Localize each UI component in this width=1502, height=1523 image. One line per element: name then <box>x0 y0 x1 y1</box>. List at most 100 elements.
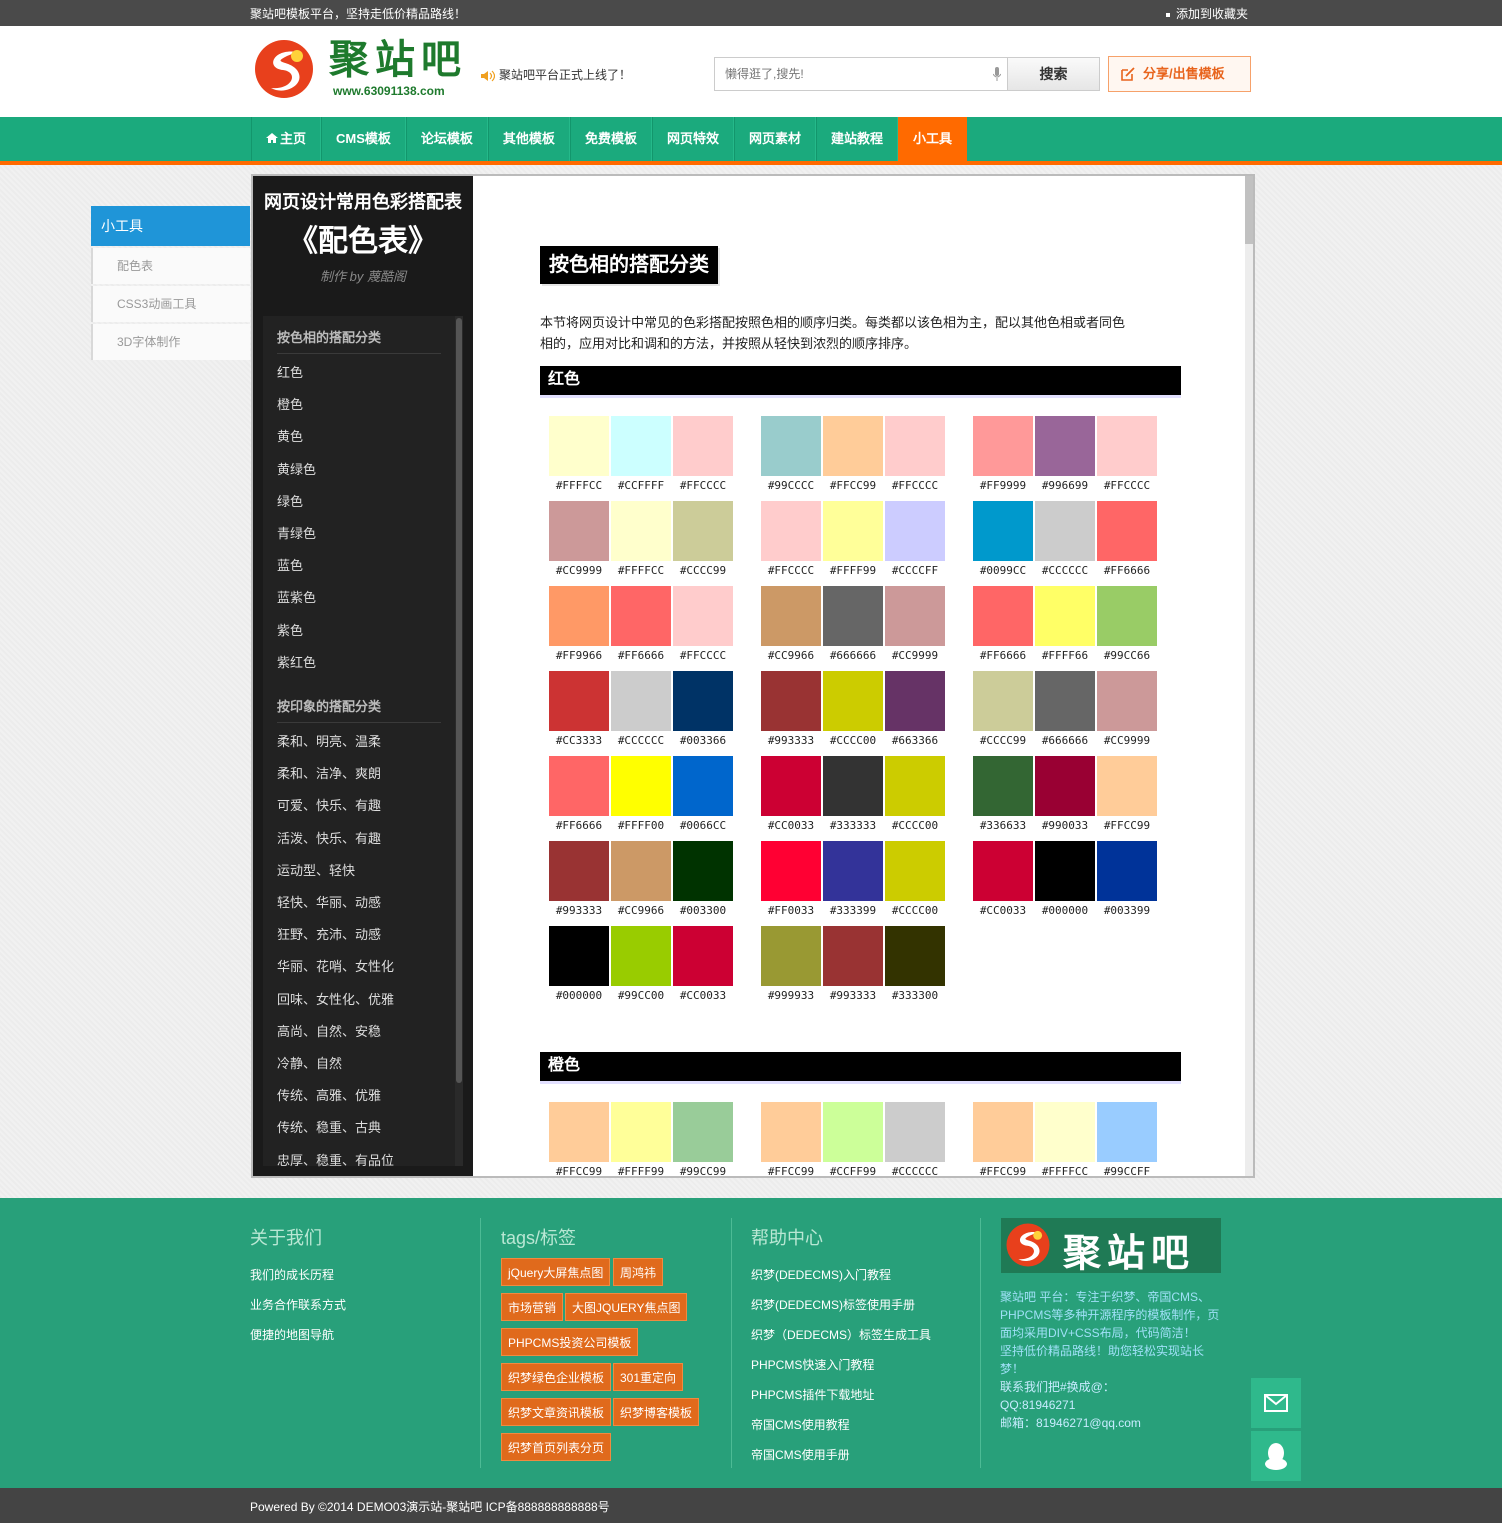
color-swatch[interactable] <box>611 416 671 476</box>
color-swatch[interactable] <box>673 586 733 646</box>
menu-scroll-thumb[interactable] <box>456 318 462 1083</box>
color-swatch[interactable] <box>549 501 609 561</box>
menu-item[interactable]: 冷静、自然 <box>277 1053 342 1072</box>
menu-item[interactable]: 活泼、快乐、有趣 <box>277 828 381 847</box>
help-link[interactable]: 织梦(DEDECMS)入门教程 <box>751 1266 891 1283</box>
nav-web-effects[interactable]: 网页特效 <box>651 117 734 161</box>
menu-item[interactable]: 蓝紫色 <box>277 587 316 606</box>
color-swatch[interactable] <box>823 586 883 646</box>
nav-cms-templates[interactable]: CMS模板 <box>321 117 406 161</box>
tag-link[interactable]: PHPCMS投资公司模板 <box>501 1328 639 1356</box>
color-swatch[interactable] <box>823 756 883 816</box>
nav-tutorials[interactable]: 建站教程 <box>815 117 898 161</box>
color-swatch[interactable] <box>885 1102 945 1162</box>
color-swatch[interactable] <box>761 416 821 476</box>
color-swatch[interactable] <box>885 671 945 731</box>
color-swatch[interactable] <box>549 586 609 646</box>
menu-item[interactable]: 紫色 <box>277 620 303 639</box>
help-link[interactable]: 织梦（DEDECMS）标签生成工具 <box>751 1326 931 1343</box>
color-swatch[interactable] <box>1097 671 1157 731</box>
color-swatch[interactable] <box>761 841 821 901</box>
color-swatch[interactable] <box>885 926 945 986</box>
color-swatch[interactable] <box>885 586 945 646</box>
color-swatch[interactable] <box>761 671 821 731</box>
about-link[interactable]: 业务合作联系方式 <box>250 1296 346 1313</box>
color-swatch[interactable] <box>549 841 609 901</box>
search-input[interactable] <box>715 58 1007 90</box>
qq-button[interactable] <box>1251 1431 1301 1481</box>
color-swatch[interactable] <box>549 926 609 986</box>
color-swatch[interactable] <box>761 756 821 816</box>
menu-item[interactable]: 轻快、华丽、动感 <box>277 892 381 911</box>
site-logo[interactable]: 聚站吧 www.63091138.com <box>253 36 473 102</box>
help-link[interactable]: 帝国CMS使用教程 <box>751 1416 850 1433</box>
color-swatch[interactable] <box>973 586 1033 646</box>
menu-item[interactable]: 运动型、轻快 <box>277 860 355 879</box>
menu-item[interactable]: 传统、高雅、优雅 <box>277 1085 381 1104</box>
color-swatch[interactable] <box>1035 756 1095 816</box>
microphone-icon[interactable] <box>993 67 1001 81</box>
frame-scroll-thumb[interactable] <box>1245 176 1253 244</box>
nav-tools[interactable]: 小工具 <box>898 117 968 161</box>
color-swatch[interactable] <box>673 416 733 476</box>
about-link[interactable]: 便捷的地图导航 <box>250 1326 334 1343</box>
menu-item[interactable]: 回味、女性化、优雅 <box>277 989 394 1008</box>
search-button[interactable]: 搜索 <box>1007 58 1099 90</box>
color-swatch[interactable] <box>1035 586 1095 646</box>
color-swatch[interactable] <box>973 501 1033 561</box>
color-swatch[interactable] <box>1097 1102 1157 1162</box>
tag-link[interactable]: 周鸿祎 <box>613 1258 664 1286</box>
menu-item[interactable]: 可爱、快乐、有趣 <box>277 795 381 814</box>
color-swatch[interactable] <box>611 756 671 816</box>
menu-scrollbar[interactable] <box>455 316 463 1166</box>
help-link[interactable]: PHPCMS插件下载地址 <box>751 1386 874 1403</box>
color-swatch[interactable] <box>673 1102 733 1162</box>
color-swatch[interactable] <box>973 1102 1033 1162</box>
color-swatch[interactable] <box>885 756 945 816</box>
menu-item[interactable]: 柔和、明亮、温柔 <box>277 731 381 750</box>
color-swatch[interactable] <box>973 756 1033 816</box>
color-swatch[interactable] <box>673 501 733 561</box>
color-swatch[interactable] <box>761 1102 821 1162</box>
color-swatch[interactable] <box>823 926 883 986</box>
color-swatch[interactable] <box>1097 416 1157 476</box>
nav-forum-templates[interactable]: 论坛模板 <box>405 117 488 161</box>
color-swatch[interactable] <box>611 586 671 646</box>
nav-other-templates[interactable]: 其他模板 <box>487 117 570 161</box>
color-swatch[interactable] <box>673 841 733 901</box>
sidebar-item-3d-font[interactable]: 3D字体制作 <box>91 324 250 360</box>
color-swatch[interactable] <box>673 756 733 816</box>
tag-link[interactable]: 织梦文章资讯模板 <box>501 1398 612 1426</box>
menu-item[interactable]: 华丽、花哨、女性化 <box>277 956 394 975</box>
menu-item[interactable]: 狂野、充沛、动感 <box>277 924 381 943</box>
menu-item[interactable]: 橙色 <box>277 394 303 413</box>
tag-link[interactable]: 市场营销 <box>501 1293 564 1321</box>
color-swatch[interactable] <box>973 671 1033 731</box>
menu-item[interactable]: 红色 <box>277 362 303 381</box>
color-swatch[interactable] <box>549 416 609 476</box>
color-swatch[interactable] <box>549 1102 609 1162</box>
color-swatch[interactable] <box>611 1102 671 1162</box>
color-swatch[interactable] <box>823 841 883 901</box>
email-button[interactable] <box>1251 1378 1301 1428</box>
color-swatch[interactable] <box>1035 671 1095 731</box>
tag-link[interactable]: 织梦首页列表分页 <box>501 1433 612 1461</box>
color-swatch[interactable] <box>1097 756 1157 816</box>
menu-item[interactable]: 高尚、自然、安稳 <box>277 1021 381 1040</box>
menu-item[interactable]: 青绿色 <box>277 523 316 542</box>
about-link[interactable]: 我们的成长历程 <box>250 1266 334 1283</box>
menu-item[interactable]: 黄色 <box>277 426 303 445</box>
sidebar-item-css3-animation[interactable]: CSS3动画工具 <box>91 286 250 322</box>
share-template-button[interactable]: 分享/出售模板 <box>1108 56 1251 92</box>
tag-link[interactable]: 织梦绿色企业模板 <box>501 1363 612 1391</box>
menu-item[interactable]: 紫红色 <box>277 652 316 671</box>
color-swatch[interactable] <box>761 926 821 986</box>
color-swatch[interactable] <box>611 841 671 901</box>
color-swatch[interactable] <box>973 416 1033 476</box>
color-swatch[interactable] <box>1035 841 1095 901</box>
color-swatch[interactable] <box>673 926 733 986</box>
color-swatch[interactable] <box>1035 416 1095 476</box>
color-swatch[interactable] <box>823 501 883 561</box>
menu-item[interactable]: 忠厚、稳重、有品位 <box>277 1150 394 1169</box>
color-swatch[interactable] <box>1035 1102 1095 1162</box>
